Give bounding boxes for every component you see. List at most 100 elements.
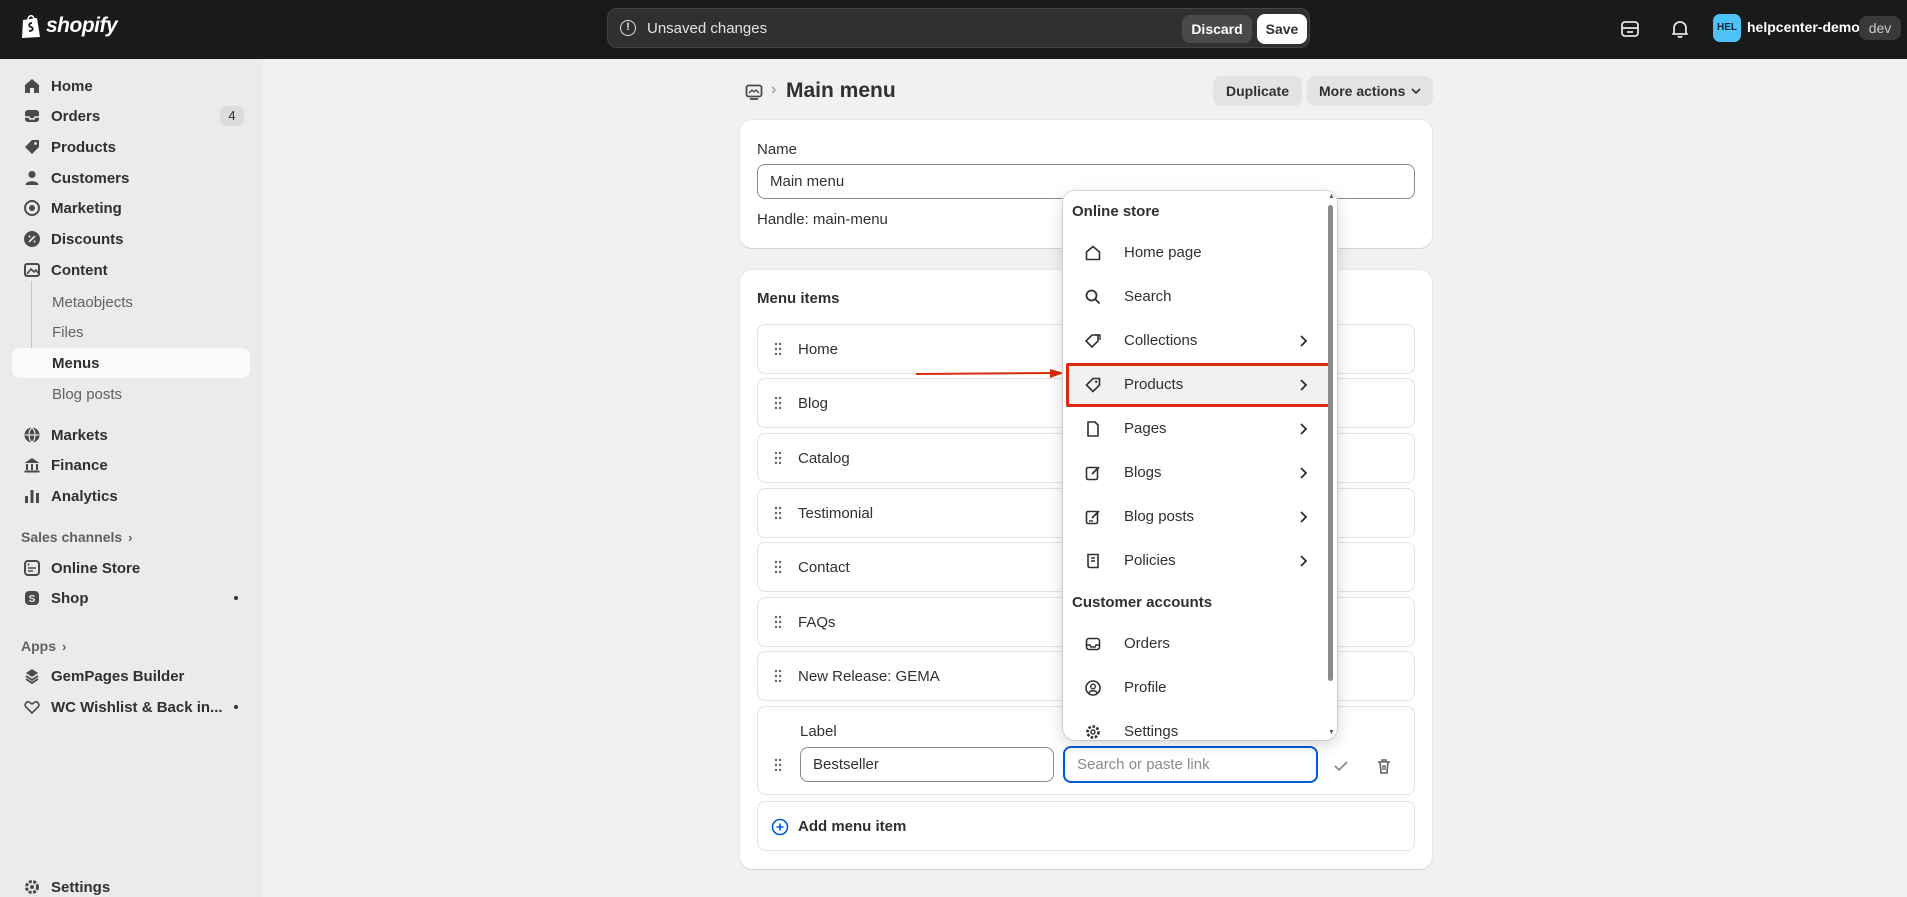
customer-accounts-section-header: Customer accounts — [1072, 594, 1213, 611]
sidebar-item-metaobjects[interactable]: Metaobjects — [40, 287, 250, 317]
chevron-down-icon — [1411, 88, 1421, 95]
dd-item-label: Pages — [1124, 420, 1167, 437]
sidebar-item-wishlist[interactable]: WC Wishlist & Back in... — [12, 692, 250, 722]
dd-item-home-page[interactable]: Home page — [1066, 231, 1332, 275]
sidebar-item-menus[interactable]: Menus — [12, 348, 250, 378]
sidebar-item-label: Online Store — [51, 559, 141, 577]
dd-item-products[interactable]: Products — [1066, 363, 1332, 407]
unsaved-changes-text: Unsaved changes — [647, 20, 768, 37]
alert-circle-icon: ! — [620, 20, 636, 36]
dd-item-orders[interactable]: Orders — [1066, 622, 1332, 666]
apps-header[interactable]: Apps › — [21, 638, 66, 654]
sales-channels-header[interactable]: Sales channels › — [21, 529, 133, 545]
sidebar-item-analytics[interactable]: Analytics — [12, 481, 250, 511]
chevron-right-icon — [1300, 423, 1308, 435]
name-label: Name — [757, 141, 798, 158]
chevron-right-icon — [1300, 335, 1308, 347]
drag-handle-icon[interactable] — [774, 758, 782, 772]
dd-item-label: Products — [1124, 376, 1184, 393]
drag-handle-icon[interactable] — [774, 506, 782, 520]
drag-handle-icon[interactable] — [774, 342, 782, 356]
scroll-up-arrow-icon[interactable]: ▲ — [1328, 193, 1335, 200]
sidebar-item-shop[interactable]: S Shop — [12, 583, 250, 613]
wishlist-icon — [24, 701, 40, 715]
sidebar-item-gempages[interactable]: GemPages Builder — [12, 661, 250, 691]
dd-item-search[interactable]: Search — [1066, 275, 1332, 319]
menu-row-label: Contact — [798, 559, 850, 576]
sidebar-item-marketing[interactable]: Marketing — [12, 193, 250, 223]
store-dev-badge: dev — [1859, 16, 1901, 40]
chevron-right-icon — [1300, 511, 1308, 523]
dd-item-settings[interactable]: Settings — [1066, 710, 1332, 740]
check-icon[interactable] — [1332, 757, 1350, 775]
drag-handle-icon[interactable] — [774, 669, 782, 683]
drag-handle-icon[interactable] — [774, 615, 782, 629]
menu-nav-icon[interactable] — [745, 83, 763, 101]
unsaved-changes-bar: ! Unsaved changes Discard Save — [607, 8, 1310, 48]
store-icon — [24, 560, 40, 576]
search-icon — [1085, 289, 1101, 305]
dd-item-blog-posts[interactable]: Blog posts — [1066, 495, 1332, 539]
sidebar-item-orders[interactable]: Orders 4 — [12, 101, 250, 131]
more-actions-button[interactable]: More actions — [1307, 76, 1433, 106]
dd-item-pages[interactable]: Pages — [1066, 407, 1332, 451]
chevron-right-icon — [1300, 467, 1308, 479]
sidebar-item-content[interactable]: Content — [12, 255, 250, 285]
scroll-down-arrow-icon[interactable]: ▼ — [1328, 729, 1335, 736]
sidebar-item-label: Blog posts — [52, 385, 123, 403]
bell-icon[interactable] — [1668, 17, 1692, 41]
tag-icon — [1085, 377, 1101, 393]
chevron-right-icon: › — [128, 529, 133, 545]
drag-handle-icon[interactable] — [774, 396, 782, 410]
tag-icon — [25, 140, 39, 154]
sidebar-item-online-store[interactable]: Online Store — [12, 553, 250, 583]
sidebar-item-customers[interactable]: Customers — [12, 163, 250, 193]
sidebar-item-label: Discounts — [51, 230, 124, 248]
sidebar-item-home[interactable]: Home — [12, 71, 250, 101]
target-icon — [24, 200, 40, 216]
menu-row-label: FAQs — [798, 614, 836, 631]
sidebar-item-label: Content — [51, 261, 108, 279]
sidebar-item-blog-posts[interactable]: Blog posts — [40, 379, 250, 409]
sidebar-item-products[interactable]: Products — [12, 132, 250, 162]
sidebar-item-finance[interactable]: Finance — [12, 450, 250, 480]
shopify-bag-icon — [22, 14, 40, 38]
sidebar-item-settings[interactable]: Settings — [12, 872, 250, 897]
sidebar-item-markets[interactable]: Markets — [12, 420, 250, 450]
store-name[interactable]: helpcenter-demo — [1747, 19, 1860, 35]
handle-text: Handle: main-menu — [757, 211, 888, 228]
dropdown-scrollbar[interactable] — [1328, 205, 1333, 681]
dd-item-label: Orders — [1124, 635, 1170, 652]
dd-item-label: Home page — [1124, 244, 1202, 261]
add-menu-item-button[interactable]: Add menu item — [757, 801, 1415, 851]
dd-item-blogs[interactable]: Blogs — [1066, 451, 1332, 495]
sidebar-item-label: Menus — [52, 354, 100, 372]
sidebar-item-files[interactable]: Files — [40, 317, 250, 347]
image-icon — [24, 263, 40, 277]
sidebar-item-label: Marketing — [51, 199, 122, 217]
policy-icon — [1087, 553, 1099, 569]
sidebar-item-label: Markets — [51, 426, 108, 444]
dd-item-profile[interactable]: Profile — [1066, 666, 1332, 710]
drag-handle-icon[interactable] — [774, 451, 782, 465]
drag-handle-icon[interactable] — [774, 560, 782, 574]
bar-chart-icon — [25, 490, 39, 503]
label-input[interactable]: Bestseller — [800, 747, 1054, 782]
save-button[interactable]: Save — [1257, 14, 1307, 44]
store-switch-icon[interactable] — [1618, 17, 1642, 41]
discard-button[interactable]: Discard — [1182, 15, 1252, 43]
link-search-input[interactable]: Search or paste link — [1063, 746, 1318, 783]
duplicate-button[interactable]: Duplicate — [1213, 76, 1302, 106]
sidebar-item-label: GemPages Builder — [51, 667, 185, 685]
wishlist-status-dot — [234, 705, 238, 709]
dd-item-collections[interactable]: Collections — [1066, 319, 1332, 363]
brand-name: shopify — [46, 14, 118, 37]
trash-icon[interactable] — [1375, 757, 1393, 775]
shopify-logo[interactable]: shopify — [20, 13, 118, 39]
sidebar-item-discounts[interactable]: Discounts — [12, 224, 250, 254]
menu-row-label: Testimonial — [798, 505, 874, 522]
inbox-icon — [25, 110, 39, 122]
dd-item-policies[interactable]: Policies — [1066, 539, 1332, 583]
store-avatar[interactable]: HEL — [1713, 14, 1741, 42]
page-title: Main menu — [786, 79, 896, 102]
